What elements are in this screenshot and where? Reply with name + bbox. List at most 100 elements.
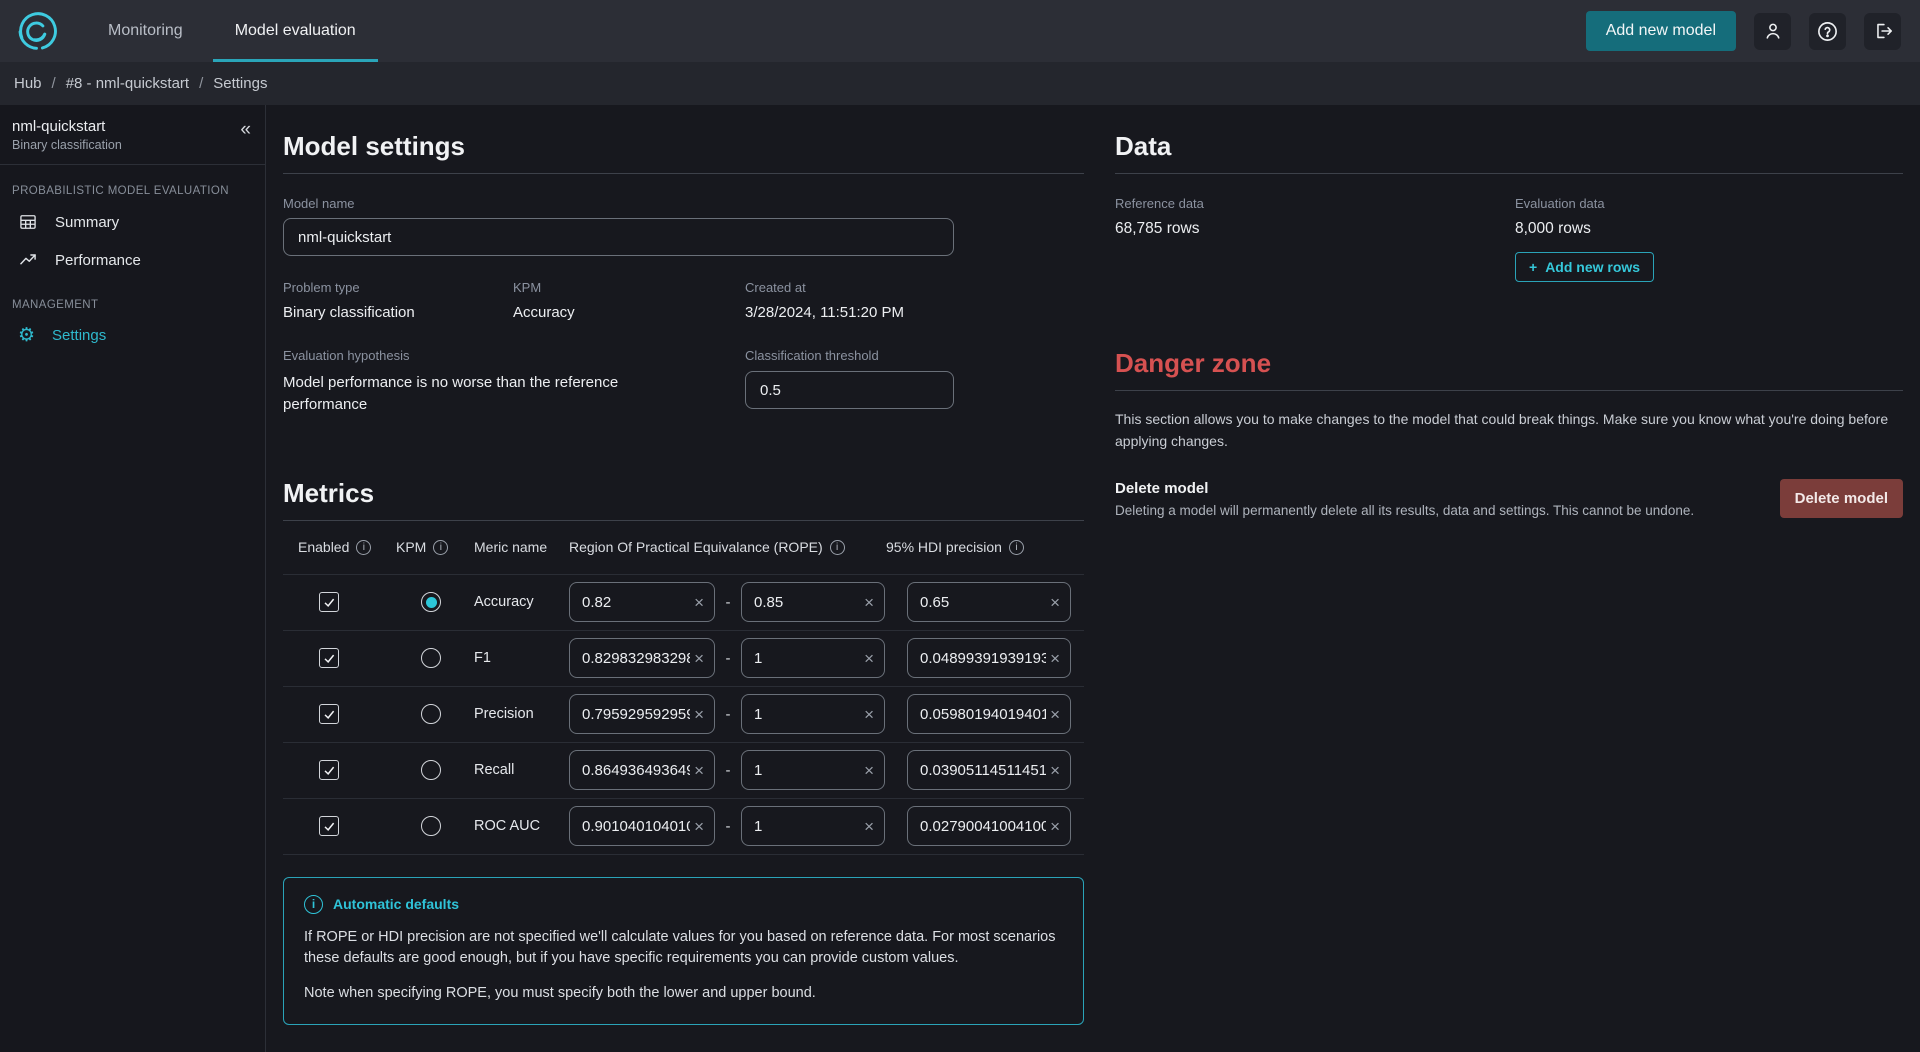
data-section: Data Reference data 68,785 rows Evaluati… (1115, 105, 1903, 1052)
metric-row-precision: Precision × - × × (283, 687, 1084, 743)
metric-row-recall: Recall × - × × (283, 743, 1084, 799)
info-icon[interactable]: i (433, 540, 448, 555)
logout-button[interactable] (1864, 13, 1901, 50)
metric-row-accuracy: Accuracy × - × × (283, 575, 1084, 631)
infobox-paragraph: Note when specifying ROPE, you must spec… (304, 983, 1063, 1005)
sidebar-item-settings[interactable]: ⚙ Settings (0, 317, 265, 354)
range-dash: - (715, 706, 741, 723)
data-title: Data (1115, 105, 1903, 174)
clear-icon[interactable]: × (864, 706, 874, 723)
metric-kpm-radio[interactable] (421, 648, 441, 668)
clear-icon[interactable]: × (694, 594, 704, 611)
clear-icon[interactable]: × (1050, 594, 1060, 611)
clear-icon[interactable]: × (694, 818, 704, 835)
rope-upper-input[interactable] (754, 594, 860, 611)
kpm-label: KPM (513, 280, 745, 295)
trend-up-icon (18, 250, 38, 270)
clear-icon[interactable]: × (694, 650, 704, 667)
info-icon[interactable]: i (830, 540, 845, 555)
hdi-precision-input[interactable] (920, 594, 1046, 611)
breadcrumb-hub[interactable]: Hub (14, 75, 42, 92)
metric-enabled-checkbox[interactable] (319, 648, 339, 668)
metric-kpm-radio[interactable] (421, 760, 441, 780)
hdi-precision-input[interactable] (920, 706, 1046, 723)
rope-upper-input[interactable] (754, 762, 860, 779)
metric-kpm-radio[interactable] (421, 704, 441, 724)
evaluation-data-value: 8,000 rows (1515, 220, 1903, 238)
add-new-model-button[interactable]: Add new model (1586, 11, 1736, 51)
breadcrumb-settings: Settings (213, 75, 267, 92)
created-at-value: 3/28/2024, 11:51:20 PM (745, 304, 1084, 321)
range-dash: - (715, 594, 741, 611)
rope-upper-input[interactable] (754, 706, 860, 723)
danger-zone-title: Danger zone (1115, 322, 1903, 391)
add-new-rows-button[interactable]: + Add new rows (1515, 252, 1654, 282)
metric-enabled-checkbox[interactable] (319, 704, 339, 724)
metric-name: Accuracy (471, 594, 569, 610)
model-name-label: Model name (283, 196, 1084, 211)
sidebar-model-name: nml-quickstart (12, 118, 122, 135)
danger-zone-description: This section allows you to make changes … (1115, 409, 1903, 452)
metric-enabled-checkbox[interactable] (319, 760, 339, 780)
column-rope: Region Of Practical Equivalance (ROPE) (569, 539, 823, 555)
metric-kpm-radio[interactable] (421, 592, 441, 612)
breadcrumb-model[interactable]: #8 - nml-quickstart (66, 75, 189, 92)
rope-upper-input[interactable] (754, 650, 860, 667)
rope-upper-input[interactable] (754, 818, 860, 835)
gear-icon: ⚙ (18, 326, 35, 345)
rope-lower-input[interactable] (582, 650, 690, 667)
rope-lower-input[interactable] (582, 594, 690, 611)
table-icon (18, 212, 38, 232)
clear-icon[interactable]: × (1050, 818, 1060, 835)
nav-tabs: Monitoring Model evaluation (82, 0, 382, 62)
hdi-precision-input[interactable] (920, 650, 1046, 667)
metric-enabled-checkbox[interactable] (319, 816, 339, 836)
rope-lower-input[interactable] (582, 762, 690, 779)
user-button[interactable] (1754, 13, 1791, 50)
clear-icon[interactable]: × (1050, 650, 1060, 667)
app-logo-icon[interactable] (14, 9, 58, 53)
rope-lower-input[interactable] (582, 818, 690, 835)
metric-enabled-checkbox[interactable] (319, 592, 339, 612)
clear-icon[interactable]: × (694, 762, 704, 779)
clear-icon[interactable]: × (1050, 706, 1060, 723)
tab-model-evaluation[interactable]: Model evaluation (209, 0, 382, 62)
delete-model-button[interactable]: Delete model (1780, 479, 1903, 518)
clear-icon[interactable]: × (864, 818, 874, 835)
hdi-precision-input[interactable] (920, 762, 1046, 779)
hdi-precision-input[interactable] (920, 818, 1046, 835)
infobox-title: Automatic defaults (333, 896, 459, 912)
metric-kpm-radio[interactable] (421, 816, 441, 836)
info-icon[interactable]: i (1009, 540, 1024, 555)
tab-monitoring[interactable]: Monitoring (82, 0, 209, 62)
clear-icon[interactable]: × (864, 650, 874, 667)
created-at-label: Created at (745, 280, 1084, 295)
sidebar-item-summary[interactable]: Summary (0, 203, 265, 241)
sidebar-item-label: Summary (55, 214, 119, 231)
sidebar-item-performance[interactable]: Performance (0, 241, 265, 279)
metric-name: F1 (471, 650, 569, 666)
model-name-input[interactable] (283, 218, 954, 256)
info-icon: i (304, 895, 323, 914)
metrics-table: Enabledi KPMi Meric name Region Of Pract… (283, 521, 1084, 855)
problem-type-label: Problem type (283, 280, 513, 295)
model-settings-title: Model settings (283, 105, 1084, 174)
clear-icon[interactable]: × (864, 594, 874, 611)
user-icon (1762, 20, 1784, 42)
rope-lower-input[interactable] (582, 706, 690, 723)
range-dash: - (715, 762, 741, 779)
help-icon (1816, 20, 1839, 43)
collapse-sidebar-icon[interactable]: « (240, 120, 251, 152)
clear-icon[interactable]: × (864, 762, 874, 779)
reference-data-label: Reference data (1115, 196, 1515, 211)
help-button[interactable] (1809, 13, 1846, 50)
classification-threshold-input[interactable] (745, 371, 954, 409)
column-enabled: Enabled (298, 539, 349, 555)
reference-data-value: 68,785 rows (1115, 220, 1515, 238)
info-icon[interactable]: i (356, 540, 371, 555)
clear-icon[interactable]: × (1050, 762, 1060, 779)
logout-icon (1872, 20, 1894, 42)
metrics-title: Metrics (283, 452, 1084, 521)
clear-icon[interactable]: × (694, 706, 704, 723)
metric-row-f1: F1 × - × × (283, 631, 1084, 687)
